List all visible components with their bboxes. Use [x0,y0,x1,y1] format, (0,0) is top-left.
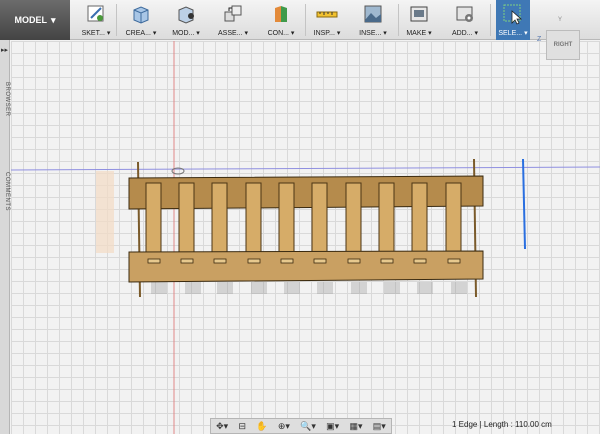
model-canvas[interactable] [11,41,600,434]
viewcube-face-right[interactable]: RIGHT [546,30,580,60]
tool-label: MAKE ▾ [406,30,432,37]
display-settings-icon[interactable]: ▣▾ [326,421,339,432]
side-panel: ▸▸ BROWSER COMMENTS [0,40,10,434]
insert-image-icon [362,3,384,25]
viewcube[interactable]: Z Y RIGHT [537,16,584,60]
create-tool[interactable]: CREA... ▾ [122,0,160,40]
tab-browser[interactable]: BROWSER [0,82,10,117]
assemble-tool[interactable]: ASSE... ▾ [214,0,252,40]
tab-comments[interactable]: COMMENTS [0,172,10,211]
construct-tool[interactable]: CON... ▾ [262,0,300,40]
toolbar-divider [116,4,117,36]
expand-panel-icon[interactable]: ▸▸ [1,46,8,54]
chevron-down-icon: ▾ [50,14,56,25]
insert-tool[interactable]: INSE... ▾ [354,0,392,40]
look-at-icon[interactable]: ⊟ [238,421,246,432]
sketch-tool[interactable]: SKET... ▾ [78,0,114,40]
create-box-icon [130,3,152,25]
selection-status: 1 Edge | Length : 110.00 cm [452,420,552,429]
model-shadow [151,282,467,294]
pan-icon[interactable]: ✋ [256,421,267,432]
main-toolbar: MODEL ▾ SKET... ▾ CREA... ▾ MOD... ▾ ASS… [0,0,600,40]
sketch-icon [85,3,107,25]
tool-label: ADD... ▾ [451,30,479,37]
make-tool[interactable]: MAKE ▾ [402,0,436,40]
zoom-icon[interactable]: 🔍▾ [300,421,316,432]
tool-label: CON... ▾ [267,30,295,37]
addins-icon [454,3,476,25]
toolbar-divider [305,4,306,36]
select-cursor-icon [502,3,524,25]
modify-tool[interactable]: MOD... ▾ [168,0,204,40]
model-viewport [11,41,600,434]
tool-label: CREA... ▾ [125,30,157,37]
ghost-body [96,171,114,253]
tool-label: SKET... ▾ [81,30,111,37]
grid-settings-icon[interactable]: ▦▾ [349,421,362,432]
tool-label: SELE... ▾ [498,30,528,37]
x-axis-line [11,166,600,171]
axis-y-label: Y [558,17,563,23]
modify-icon [175,3,197,25]
workspace-switcher[interactable]: MODEL ▾ [0,0,70,40]
tool-label: INSP... ▾ [313,30,341,37]
tool-label: MOD... ▾ [172,30,200,37]
bottom-rail [128,250,484,283]
select-tool[interactable]: SELE... ▾ [496,0,530,40]
inspect-tool[interactable]: INSP... ▾ [308,0,346,40]
navigation-bar: ✥▾ ⊟ ✋ ⊕▾ 🔍▾ ▣▾ ▦▾ ▤▾ [210,418,392,434]
orbit-icon[interactable]: ✥▾ [216,421,228,432]
assemble-icon [222,3,244,25]
toolbar-divider [490,4,491,36]
workspace-label: MODEL [14,15,47,25]
make-3dprint-icon [408,3,430,25]
selected-edge [522,158,526,250]
inspect-measure-icon [316,3,338,25]
addins-tool[interactable]: ADD... ▾ [446,0,484,40]
zoom-window-icon[interactable]: ⊕▾ [278,421,290,432]
construct-icon [270,3,292,25]
viewports-icon[interactable]: ▤▾ [373,421,386,432]
tool-label: ASSE... ▾ [218,30,248,37]
axis-z-label: Z [537,36,542,43]
toolbar-divider [398,4,399,36]
tool-label: INSE... ▾ [359,30,387,37]
